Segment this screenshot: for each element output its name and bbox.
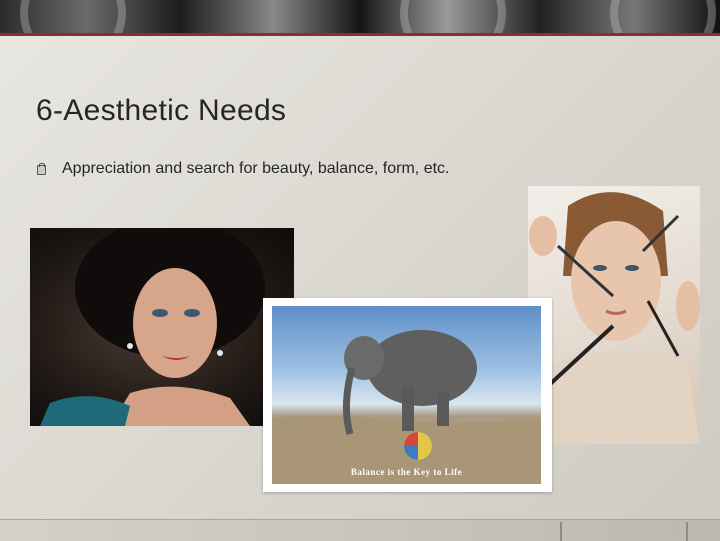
- elephant-photo-frame: Balance is the Key to Life: [263, 298, 552, 492]
- footer-divider: [686, 522, 688, 541]
- wheel-graphic-icon: [610, 0, 716, 33]
- wheel-graphic-icon: [20, 0, 126, 33]
- bullet-item: Appreciation and search for beauty, bala…: [36, 160, 449, 178]
- banner-divider: [0, 33, 720, 36]
- slide-title: 6-Aesthetic Needs: [36, 94, 287, 127]
- bullet-text: Appreciation and search for beauty, bala…: [62, 160, 450, 177]
- square-bullet-icon: [36, 163, 46, 175]
- portrait-photo: [30, 228, 294, 426]
- wheel-graphic-icon: [400, 0, 506, 33]
- top-banner: [0, 0, 720, 33]
- footer-divider: [560, 522, 562, 541]
- elephant-on-ball-photo: Balance is the Key to Life: [272, 306, 541, 484]
- makeup-brushes-photo: [528, 186, 700, 444]
- image-caption: Balance is the Key to Life: [350, 467, 463, 477]
- footer-bar: [0, 519, 720, 541]
